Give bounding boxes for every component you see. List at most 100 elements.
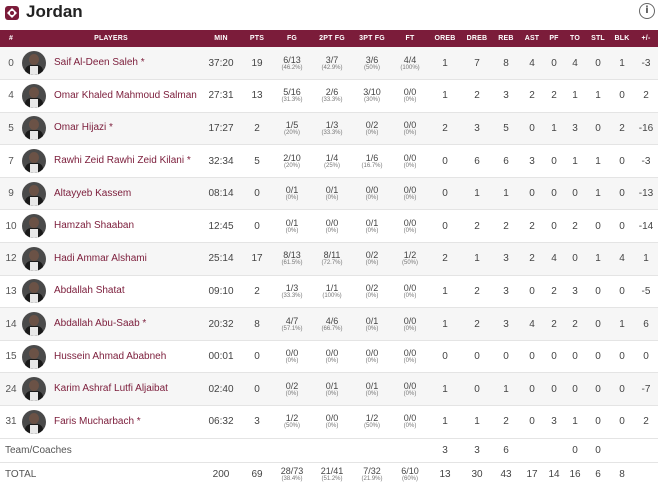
- player-name-cell: Omar Hijazi *: [22, 112, 200, 145]
- column-header-1[interactable]: PLAYERS: [22, 30, 200, 47]
- ft-percentage: (0%): [403, 195, 417, 202]
- minutes: 02:40: [208, 383, 234, 395]
- player-row[interactable]: 13 Abdallah Shatat 09:10 2 1/3 (33.3%) 1/1 (100…: [0, 275, 658, 308]
- player-info[interactable]: Abdallah Abu-Saab *: [22, 312, 200, 337]
- to: 3: [572, 285, 578, 297]
- fg2-made-attempted: 0/1: [325, 185, 339, 196]
- fg-cell: 1/3 (33.3%): [272, 275, 312, 308]
- fg2-cell: 3/7 (42.9%): [312, 47, 352, 80]
- ast: 0: [529, 188, 535, 200]
- column-header-3[interactable]: PTS: [242, 30, 272, 47]
- player-row[interactable]: 10 Hamzah Shaaban 12:45 0 0/1 (0%) 0/0 (0%) 0/1(…: [0, 210, 658, 243]
- reb: 43: [500, 468, 512, 480]
- player-info[interactable]: Abdallah Shatat: [22, 279, 200, 304]
- player-info[interactable]: Omar Hijazi *: [22, 116, 200, 141]
- player-info[interactable]: Saif Al-Deen Saleh *: [22, 51, 200, 76]
- player-name-link[interactable]: Rawhi Zeid Rawhi Zeid Kilani *: [54, 155, 191, 167]
- jersey-number: 14: [5, 318, 17, 330]
- column-header-8[interactable]: OREB: [428, 30, 462, 47]
- ft-percentage: (0%): [403, 97, 417, 104]
- player-row[interactable]: 9 Altayyeb Kassem 08:14 0 0/1 (0%) 0/1 (0%) 0/0(…: [0, 177, 658, 210]
- player-row[interactable]: 4 Omar Khaled Mahmoud Salman 27:31 13 5/16 (3…: [0, 80, 658, 113]
- player-name-link[interactable]: Hussein Ahmad Ababneh: [54, 351, 166, 363]
- stl: 0: [595, 444, 601, 456]
- fg2-cell: 4/6 (66.7%): [312, 308, 352, 341]
- player-name-cell: Abdallah Shatat: [22, 275, 200, 308]
- player-name-link[interactable]: Abdallah Abu-Saab *: [54, 318, 146, 330]
- jersey-number: 24: [5, 383, 17, 395]
- column-header-11[interactable]: AST: [520, 30, 544, 47]
- player-row[interactable]: 24 Karim Ashraf Lutfi Aljaibat 02:40 0 0/2 (0…: [0, 372, 658, 406]
- fg3-cell: 0/2 (0%): [352, 275, 392, 308]
- blk: 0: [619, 285, 625, 297]
- column-header-14[interactable]: STL: [586, 30, 610, 47]
- column-header-13[interactable]: TO: [564, 30, 586, 47]
- player-name-link[interactable]: Saif Al-Deen Saleh *: [54, 57, 145, 69]
- player-row[interactable]: 12 Hadi Ammar Alshami 25:14 17 8/13 (61.5%) 8/…: [0, 242, 658, 276]
- jersey-number: 31: [5, 416, 17, 428]
- column-header-0[interactable]: #: [0, 30, 22, 47]
- column-header-5[interactable]: 2PT FG: [312, 30, 352, 47]
- player-info[interactable]: Omar Khaled Mahmoud Salman: [22, 83, 200, 108]
- player-name-cell: Rawhi Zeid Rawhi Zeid Kilani *: [22, 145, 200, 178]
- player-name-link[interactable]: Hamzah Shaaban: [54, 220, 134, 232]
- player-row[interactable]: 15 Hussein Ahmad Ababneh 00:01 0 0/0 (0%) 0/0(…: [0, 340, 658, 373]
- points: 2: [254, 285, 260, 297]
- fg-made-attempted: 0/1: [285, 185, 299, 196]
- column-header-6[interactable]: 3PT FG: [352, 30, 392, 47]
- column-header-4[interactable]: FG: [272, 30, 312, 47]
- column-header-7[interactable]: FT: [392, 30, 428, 47]
- column-header-2[interactable]: MIN: [200, 30, 242, 47]
- column-header-9[interactable]: DREB: [462, 30, 492, 47]
- fg-cell: 0/0 (0%): [272, 340, 312, 373]
- ast: [520, 438, 544, 462]
- player-info[interactable]: Hadi Ammar Alshami: [22, 246, 200, 271]
- player-info[interactable]: Hamzah Shaaban: [22, 214, 200, 239]
- fg3-percentage: (30%): [363, 97, 380, 104]
- player-info[interactable]: Rawhi Zeid Rawhi Zeid Kilani *: [22, 149, 200, 174]
- oreb: 1: [442, 383, 448, 395]
- player-name-link[interactable]: Abdallah Shatat: [54, 285, 125, 297]
- ast: 3: [529, 155, 535, 167]
- column-header-15[interactable]: BLK: [610, 30, 634, 47]
- minutes: 32:34: [208, 155, 234, 167]
- stl: 0: [595, 351, 601, 363]
- player-name-link[interactable]: Altayyeb Kassem: [54, 188, 131, 200]
- fg-cell: 2/10 (20%): [272, 145, 312, 178]
- player-row[interactable]: 31 Faris Mucharbach * 06:32 3 1/2 (50%) 0/0 (0%…: [0, 406, 658, 439]
- info-icon[interactable]: i: [639, 3, 655, 19]
- points: 0: [254, 383, 260, 395]
- fg3-percentage: (0%): [365, 325, 379, 332]
- oreb: 0: [442, 351, 448, 363]
- player-name-link[interactable]: Hadi Ammar Alshami: [54, 253, 147, 265]
- player-name-link[interactable]: Faris Mucharbach *: [54, 416, 141, 428]
- fg3-cell: 0/0 (0%): [352, 340, 392, 373]
- reb: 6: [503, 155, 509, 167]
- player-name-link[interactable]: Omar Khaled Mahmoud Salman: [54, 90, 197, 102]
- player-row[interactable]: 7 Rawhi Zeid Rawhi Zeid Kilani * 32:34 5 2/1…: [0, 145, 658, 178]
- column-header-10[interactable]: REB: [492, 30, 520, 47]
- player-info[interactable]: Altayyeb Kassem: [22, 181, 200, 206]
- jersey-number: 9: [8, 188, 14, 200]
- ft-percentage: (0%): [403, 292, 417, 299]
- pf: 0: [551, 188, 557, 200]
- fg-cell: 1/5 (20%): [272, 112, 312, 145]
- player-name-cell: Faris Mucharbach *: [22, 406, 200, 439]
- player-info[interactable]: Hussein Ahmad Ababneh: [22, 344, 200, 369]
- reb: 1: [503, 188, 509, 200]
- player-info[interactable]: Karim Ashraf Lutfi Aljaibat: [22, 377, 200, 402]
- dreb: 30: [471, 468, 483, 480]
- column-header-12[interactable]: PF: [544, 30, 564, 47]
- fg3-made-attempted: 3/6: [365, 54, 379, 65]
- fg3-percentage: (0%): [365, 260, 379, 267]
- player-name-link[interactable]: Karim Ashraf Lutfi Aljaibat: [54, 383, 168, 395]
- ft-cell: 0/0 (0%): [392, 406, 428, 439]
- player-row[interactable]: 0 Saif Al-Deen Saleh * 37:20 19 6/13 (46.2%) 3…: [0, 47, 658, 80]
- column-header-16[interactable]: +/-: [634, 30, 658, 47]
- player-row[interactable]: 5 Omar Hijazi * 17:27 2 1/5 (20%) 1/3 (33.3%) 0/…: [0, 112, 658, 145]
- fg-cell: 8/13 (61.5%): [272, 243, 312, 276]
- player-name-link[interactable]: Omar Hijazi *: [54, 122, 113, 134]
- player-info[interactable]: Faris Mucharbach *: [22, 409, 200, 434]
- ft-cell: 0/0 (0%): [392, 210, 428, 243]
- player-row[interactable]: 14 Abdallah Abu-Saab * 20:32 8 4/7 (57.1%) 4/6…: [0, 307, 658, 341]
